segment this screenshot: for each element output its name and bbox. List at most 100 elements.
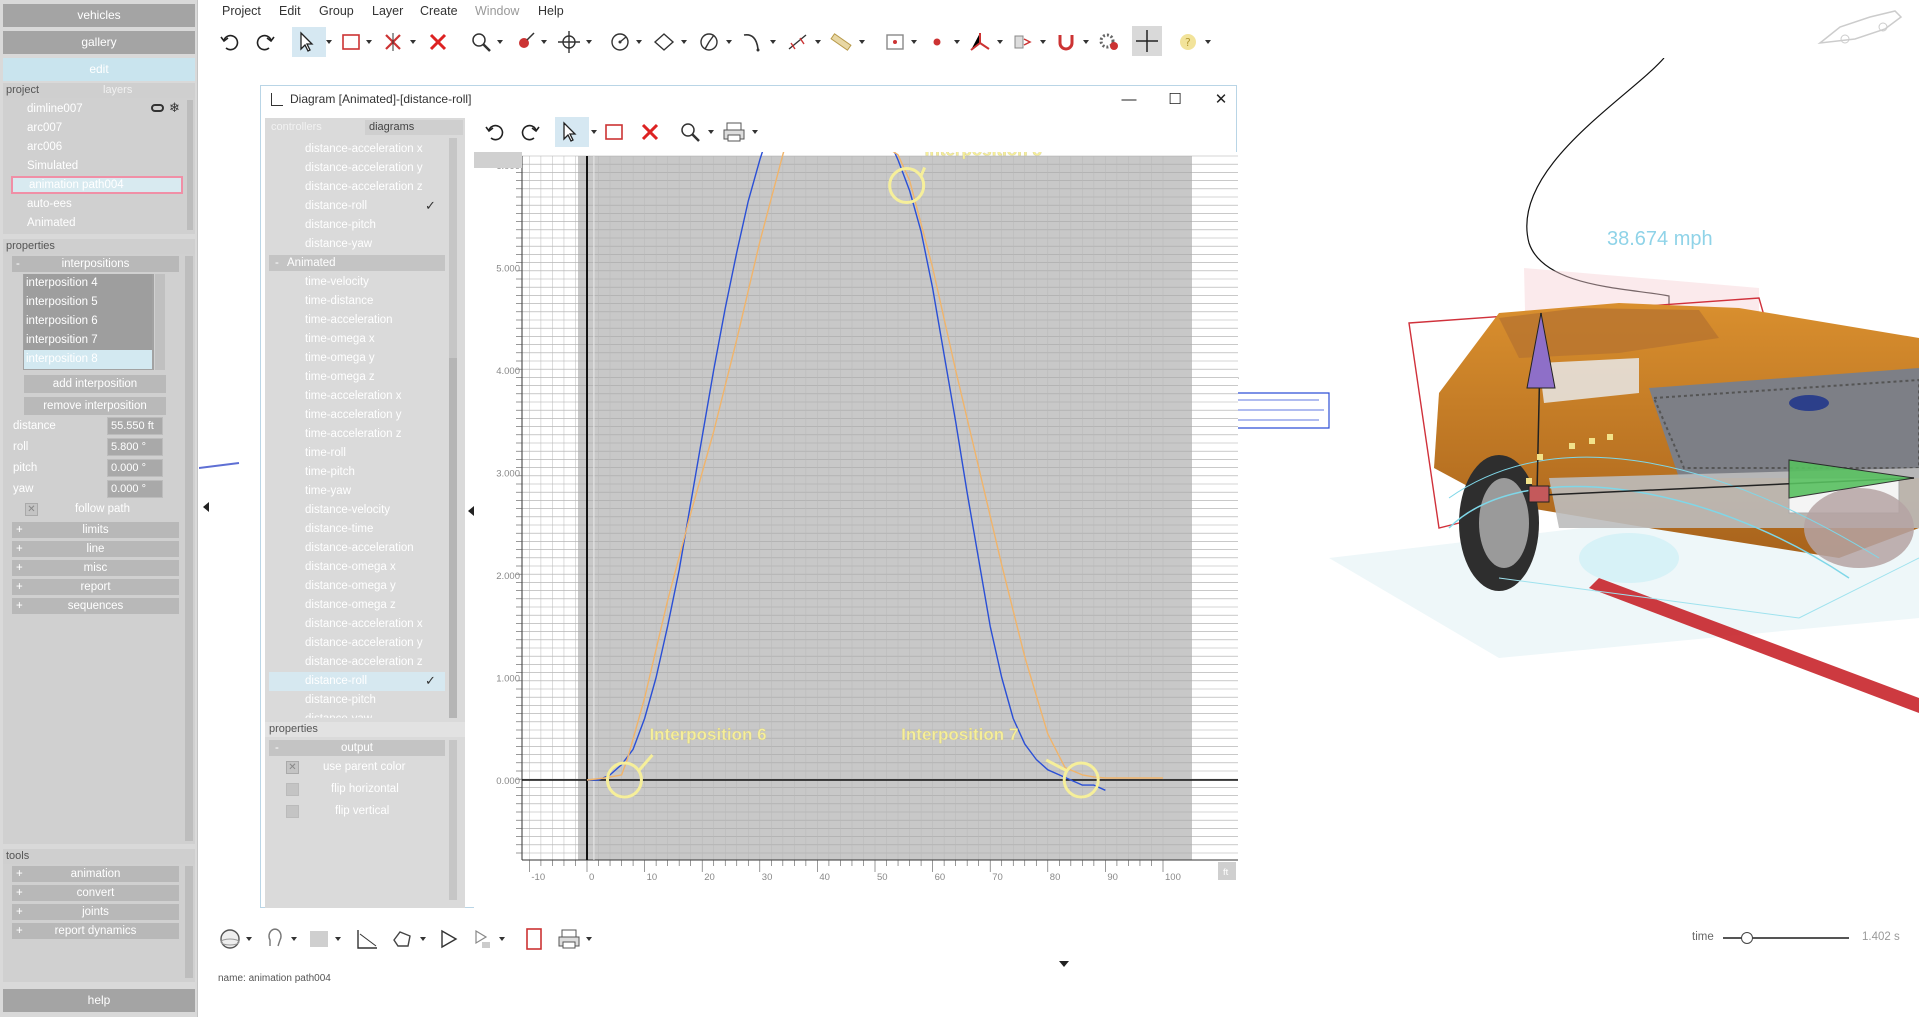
magnet-icon[interactable] xyxy=(1053,29,1079,55)
edit-button[interactable]: edit xyxy=(3,58,195,81)
settings-gear-icon[interactable] xyxy=(1096,29,1122,55)
menu-create[interactable]: Create xyxy=(420,4,458,18)
diagram-item[interactable]: time-distance xyxy=(305,292,373,311)
convert-section[interactable]: + convert xyxy=(12,885,179,901)
material-swatch-icon[interactable] xyxy=(306,926,332,952)
close-button[interactable]: ✕ xyxy=(1206,88,1236,112)
flip-vertical-checkbox[interactable] xyxy=(286,805,299,818)
visibility-icon[interactable] xyxy=(151,104,164,112)
undo-icon[interactable] xyxy=(482,119,508,145)
roll-field[interactable]: 5.800 ° xyxy=(107,438,163,456)
expand-panel-icon[interactable] xyxy=(1059,961,1069,967)
select-tool-icon[interactable] xyxy=(292,27,326,57)
redo-icon[interactable] xyxy=(517,119,543,145)
scrollbar[interactable] xyxy=(185,866,193,978)
animated-group-header[interactable]: - Animated xyxy=(269,255,445,271)
diagram-item[interactable]: distance-acceleration z xyxy=(305,653,423,672)
delete-icon[interactable] xyxy=(425,29,451,55)
diagram-item[interactable]: time-omega y xyxy=(305,349,375,368)
undo-icon[interactable] xyxy=(217,29,243,55)
maximize-button[interactable]: ☐ xyxy=(1160,88,1190,112)
project-item[interactable]: arc007 xyxy=(27,119,62,137)
step-forward-icon[interactable] xyxy=(470,926,496,952)
diagram-item[interactable]: distance-omega x xyxy=(305,558,396,577)
diagram-item[interactable]: time-acceleration x xyxy=(305,387,402,406)
menu-project[interactable]: Project xyxy=(222,4,261,18)
pitch-field[interactable]: 0.000 ° xyxy=(107,459,163,477)
measure-angle-icon[interactable] xyxy=(696,29,722,55)
scrollbar[interactable] xyxy=(187,100,193,230)
diagram-item[interactable]: time-omega z xyxy=(305,368,375,387)
follow-path-checkbox[interactable]: ✕ xyxy=(25,503,38,516)
polygon-tool-icon[interactable] xyxy=(651,29,677,55)
diagram-item-selected[interactable]: distance-roll xyxy=(269,672,445,691)
add-interposition-button[interactable]: add interposition xyxy=(24,375,166,393)
rectangle-select-icon[interactable] xyxy=(338,29,364,55)
dimension-tool-icon[interactable] xyxy=(785,29,811,55)
joints-section[interactable]: + joints xyxy=(12,904,179,920)
diagram-item[interactable]: time-yaw xyxy=(305,482,351,501)
frame-icon[interactable] xyxy=(521,926,547,952)
misc-section[interactable]: + misc xyxy=(12,560,179,576)
diagram-item[interactable]: distance-roll xyxy=(305,197,367,216)
zoom-icon[interactable] xyxy=(468,29,494,55)
redo-icon[interactable] xyxy=(252,29,278,55)
lock-icon[interactable]: ❄ xyxy=(169,100,180,116)
diagram-item[interactable]: distance-yaw xyxy=(305,235,372,254)
project-item[interactable]: arc006 xyxy=(27,138,62,156)
head-icon[interactable] xyxy=(262,926,288,952)
gallery-button[interactable]: gallery xyxy=(3,31,195,54)
diagram-item[interactable]: time-velocity xyxy=(305,273,369,292)
flip-horizontal-checkbox[interactable] xyxy=(286,783,299,796)
help-icon[interactable]: ? xyxy=(1175,29,1201,55)
menu-edit[interactable]: Edit xyxy=(279,4,301,18)
interposition-item[interactable]: interposition 7 xyxy=(24,331,152,350)
project-item[interactable]: Simulated xyxy=(27,157,78,175)
time-slider-thumb[interactable] xyxy=(1741,932,1754,944)
mirror-icon[interactable] xyxy=(1010,29,1036,55)
tab-controllers[interactable]: controllers xyxy=(267,120,363,135)
interposition-item-selected[interactable]: interposition 8 xyxy=(24,350,152,369)
chart-canvas[interactable]: 0.0001.0002.0003.0004.0005.0006.000-1001… xyxy=(474,51,1238,908)
zoom-icon[interactable] xyxy=(677,119,703,145)
path-tool-icon[interactable] xyxy=(390,926,416,952)
scrollbar[interactable] xyxy=(449,740,457,900)
ruler-tool-icon[interactable] xyxy=(828,29,854,55)
diagram-item[interactable]: distance-yaw xyxy=(305,710,372,718)
select-tool-icon[interactable] xyxy=(555,117,589,147)
chart-axes-icon[interactable] xyxy=(354,926,380,952)
curve-tool-icon[interactable] xyxy=(740,29,766,55)
diagram-item[interactable]: time-acceleration xyxy=(305,311,393,330)
report-section[interactable]: + report xyxy=(12,579,179,595)
marker-icon[interactable] xyxy=(924,29,950,55)
delete-icon[interactable] xyxy=(637,119,663,145)
sphere-icon[interactable] xyxy=(217,926,243,952)
diagram-item[interactable]: time-omega x xyxy=(305,330,375,349)
crosshair-icon[interactable] xyxy=(1132,26,1162,56)
diagram-item[interactable]: distance-acceleration x xyxy=(305,615,423,634)
animation-section[interactable]: + animation xyxy=(12,866,179,882)
project-item[interactable]: dimline007 xyxy=(27,100,83,118)
diagram-item[interactable]: distance-pitch xyxy=(305,216,376,235)
report-dynamics-section[interactable]: + report dynamics xyxy=(12,923,179,939)
distance-roll-chart[interactable]: 0.0001.0002.0003.0004.0005.0006.000-1001… xyxy=(474,51,1238,908)
rectangle-select-icon[interactable] xyxy=(601,119,627,145)
yaw-field[interactable]: 0.000 ° xyxy=(107,480,163,498)
interposition-item[interactable]: interposition 4 xyxy=(24,274,152,293)
tab-diagrams[interactable]: diagrams xyxy=(365,120,463,135)
menu-group[interactable]: Group xyxy=(319,4,354,18)
diagram-item[interactable]: time-acceleration y xyxy=(305,406,402,425)
project-item-selected[interactable]: animation path004 xyxy=(11,176,183,194)
interposition-item[interactable]: interposition 6 xyxy=(24,312,152,331)
use-parent-color-checkbox[interactable]: ✕ xyxy=(286,761,299,774)
play-icon[interactable] xyxy=(435,926,461,952)
diagram-item[interactable]: time-acceleration z xyxy=(305,425,402,444)
time-slider[interactable] xyxy=(1723,931,1849,945)
scrollbar-thumb[interactable] xyxy=(449,358,457,718)
interpositions-header[interactable]: - interpositions xyxy=(12,256,179,272)
tab-project[interactable]: project xyxy=(6,83,39,98)
output-header[interactable]: - output xyxy=(269,740,445,756)
distance-field[interactable]: 55.550 ft xyxy=(107,417,163,435)
print-icon[interactable] xyxy=(556,926,582,952)
circle-tool-icon[interactable] xyxy=(607,29,633,55)
